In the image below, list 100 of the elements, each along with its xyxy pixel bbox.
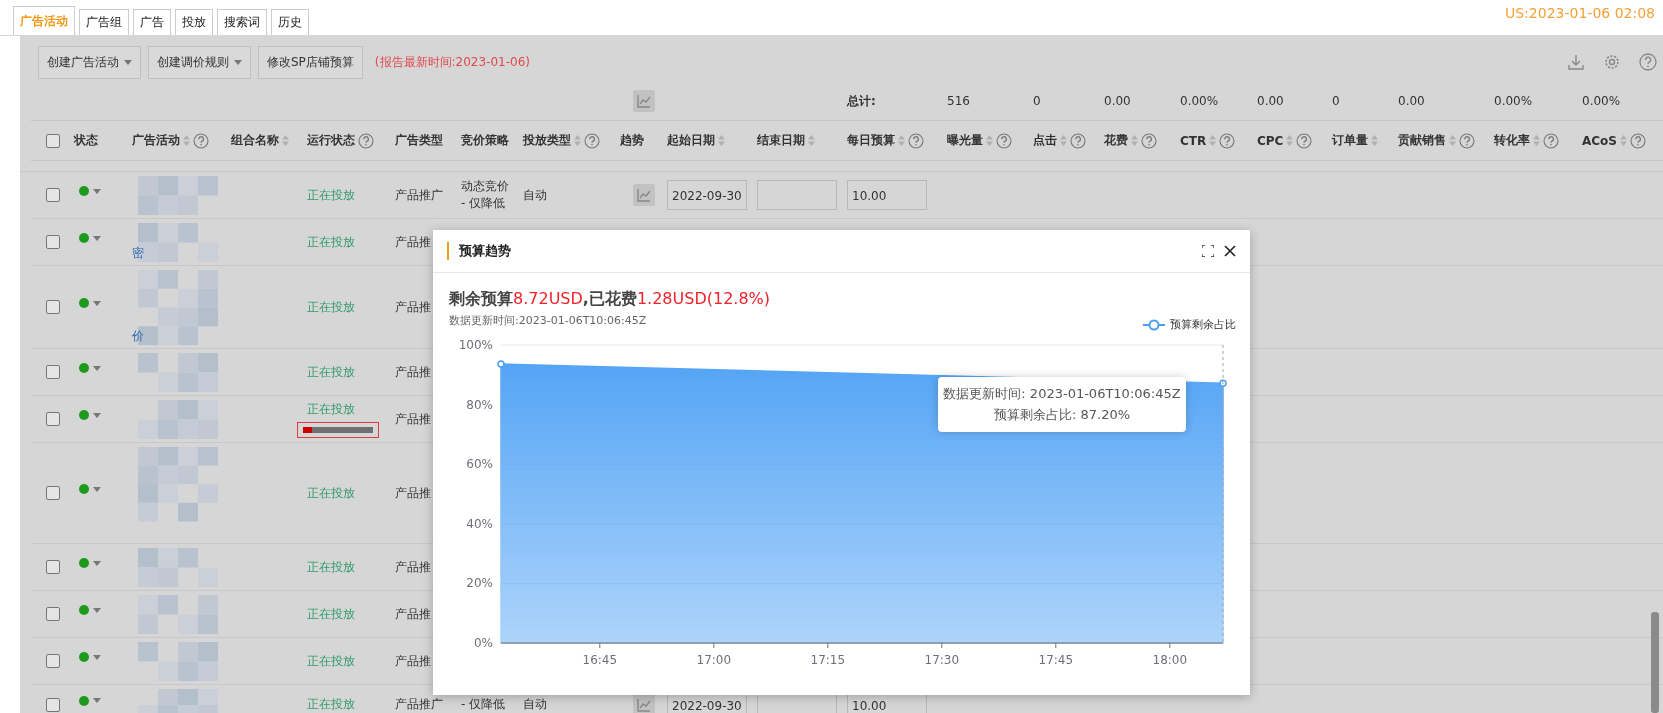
caret-icon[interactable] [93, 486, 101, 492]
help-icon[interactable] [358, 132, 374, 149]
campaign-name[interactable]: 价 [132, 327, 144, 345]
tooltip-text: 数据更新时间: 2023-01-06T10:06:45Z [943, 385, 1181, 403]
caret-icon[interactable] [93, 607, 101, 613]
ad-type: 产品推 [395, 484, 432, 502]
checkbox[interactable] [45, 560, 60, 574]
scrollbar-thumb[interactable] [1651, 612, 1659, 713]
help-icon[interactable] [996, 132, 1012, 149]
end-date-field[interactable] [757, 180, 837, 210]
caret-icon[interactable] [93, 188, 101, 194]
caret-icon[interactable] [93, 235, 101, 241]
checkbox[interactable] [45, 412, 60, 426]
column-header[interactable]: 贡献销售 [1398, 132, 1475, 149]
settings-icon[interactable] [1603, 53, 1621, 71]
column-header[interactable]: 转化率 [1494, 132, 1559, 149]
help-icon[interactable] [1639, 53, 1657, 71]
status-dot-icon [79, 558, 89, 568]
help-icon[interactable] [1543, 132, 1559, 149]
tab[interactable]: 广告 [133, 9, 171, 35]
column-header[interactable]: CTR [1180, 132, 1236, 149]
toolbar-button[interactable]: 创建广告活动 [38, 45, 141, 79]
caret-icon[interactable] [93, 300, 101, 306]
tab[interactable]: 历史 [271, 9, 309, 35]
trend-chart-icon[interactable] [632, 184, 655, 206]
checkbox[interactable] [45, 697, 60, 712]
column-header[interactable]: 运行状态 [307, 132, 374, 149]
run-status: 正在投放 [307, 363, 356, 381]
column-header[interactable]: 趋势 [620, 132, 644, 149]
campaign-name[interactable]: 密 [132, 244, 144, 262]
column-header[interactable]: 广告类型 [395, 132, 443, 149]
column-header[interactable]: 点击 [1033, 132, 1086, 149]
start-date-field[interactable]: 2022-09-30 [667, 180, 747, 210]
status-dot-icon [79, 363, 89, 373]
totals-label: 总计: [847, 92, 877, 110]
trend-chart-icon[interactable] [632, 90, 655, 112]
axis-label: 17:00 [696, 653, 732, 667]
column-header[interactable]: 花费 [1104, 132, 1157, 149]
fullscreen-icon[interactable] [1202, 245, 1214, 257]
ad-type: 产品推 [395, 363, 432, 381]
total-value: 0 [1033, 94, 1042, 108]
total-value: 516 [947, 94, 971, 108]
budget-summary: 剩余预算8.72USD,已花费1.28USD(12.8%) [449, 288, 771, 310]
caret-icon[interactable] [93, 698, 101, 703]
total-value: 0.00% [1494, 94, 1534, 108]
column-header[interactable]: 每日预算 [847, 132, 924, 149]
ad-type: 产品推 [395, 605, 432, 623]
tab[interactable]: 搜索词 [217, 9, 267, 35]
axis-label: 16:45 [582, 653, 618, 667]
run-status: 正在投放 [307, 400, 356, 418]
targeting-type: 自动 [523, 187, 547, 202]
trend-chart-icon[interactable] [632, 693, 655, 713]
help-icon[interactable] [1630, 132, 1646, 149]
download-icon[interactable] [1567, 53, 1585, 71]
checkbox[interactable] [45, 300, 60, 314]
column-header[interactable]: CPC [1257, 132, 1313, 149]
help-icon[interactable] [1296, 132, 1313, 149]
caret-icon[interactable] [93, 412, 101, 418]
help-icon[interactable] [908, 132, 924, 149]
column-header[interactable]: 组合名称 [231, 132, 289, 149]
checkbox[interactable] [45, 235, 60, 249]
help-icon[interactable] [1219, 132, 1236, 149]
help-icon[interactable] [1141, 132, 1157, 149]
caret-icon[interactable] [93, 560, 101, 566]
column-header[interactable]: 订单量 [1332, 132, 1378, 149]
help-icon[interactable] [193, 132, 209, 149]
report-time: (报告最新时间:2023-01-06) [374, 53, 530, 71]
caret-icon[interactable] [93, 654, 101, 660]
tab[interactable]: 广告组 [79, 9, 129, 35]
caret-icon[interactable] [93, 365, 101, 371]
checkbox[interactable] [45, 188, 60, 202]
tab[interactable]: 投放 [175, 9, 213, 35]
column-header[interactable]: 起始日期 [667, 132, 725, 149]
axis-label: 18:00 [1152, 653, 1188, 667]
toolbar-button[interactable]: 创建调价规则 [148, 45, 251, 79]
run-status: 正在投放 [307, 605, 356, 623]
checkbox[interactable] [45, 607, 60, 621]
column-header[interactable]: 投放类型 [523, 132, 600, 149]
help-icon[interactable] [584, 132, 600, 149]
column-header[interactable]: ACoS [1582, 132, 1646, 149]
column-header[interactable]: 广告活动 [132, 132, 209, 149]
checkbox[interactable] [45, 654, 60, 668]
column-header[interactable]: 状态 [74, 132, 98, 149]
legend-icon [1143, 318, 1165, 331]
budget-field[interactable]: 10.00 [847, 180, 927, 210]
close-icon[interactable] [1224, 245, 1236, 257]
column-header[interactable]: 曝光量 [947, 132, 1012, 149]
column-header[interactable]: 结束日期 [757, 132, 815, 149]
checkbox[interactable] [45, 365, 60, 379]
help-icon[interactable] [1459, 132, 1475, 149]
status-dot-icon [79, 605, 89, 615]
caret-icon [124, 59, 132, 65]
checkbox[interactable] [45, 133, 60, 148]
axis-label: 17:15 [810, 653, 846, 667]
column-header[interactable]: 竞价策略 [461, 132, 509, 149]
help-icon[interactable] [1070, 132, 1086, 149]
checkbox[interactable] [45, 486, 60, 500]
dialog-title: 预算趋势 [459, 242, 512, 260]
status-dot-icon [79, 484, 89, 494]
toolbar-button[interactable]: 修改SP店铺预算 [258, 45, 363, 79]
